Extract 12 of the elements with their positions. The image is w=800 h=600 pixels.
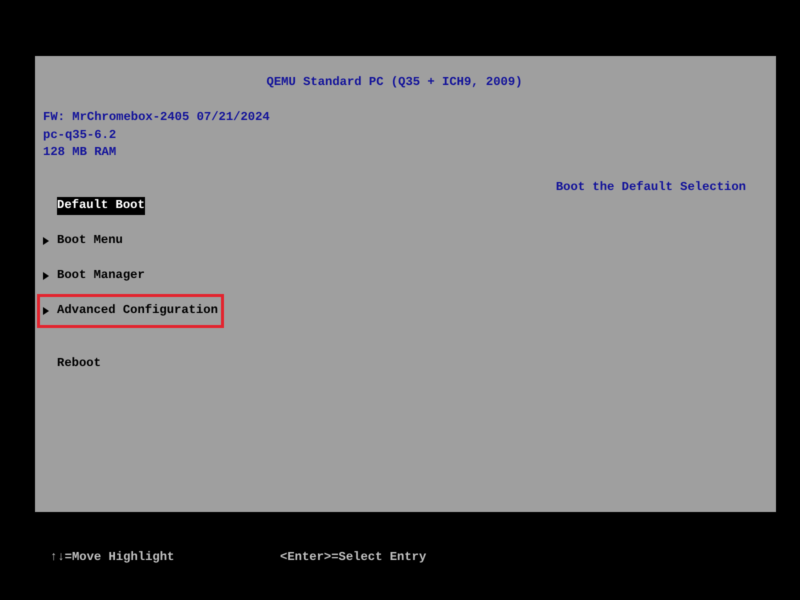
- menu-item[interactable]: Boot Menu: [57, 232, 123, 250]
- key-hint: ↑↓=Move Highlight: [50, 549, 176, 566]
- menu-item[interactable]: Reboot: [57, 354, 101, 372]
- system-title: QEMU Standard PC (Q35 + ICH9, 2009): [266, 74, 524, 91]
- menu-item[interactable]: Advanced Configuration: [57, 302, 218, 320]
- info-line: pc-q35-6.2: [43, 126, 116, 144]
- menu-item[interactable]: Boot Manager: [57, 267, 145, 284]
- info-line: FW: MrChromebox-2405 07/21/2024: [43, 109, 270, 126]
- info-line: 128 MB RAM: [43, 144, 116, 161]
- key-hint: <Enter>=Select Entry: [280, 549, 426, 566]
- help-text: Boot the Default Selection: [556, 179, 746, 196]
- menu-item[interactable]: Default Boot: [57, 197, 145, 214]
